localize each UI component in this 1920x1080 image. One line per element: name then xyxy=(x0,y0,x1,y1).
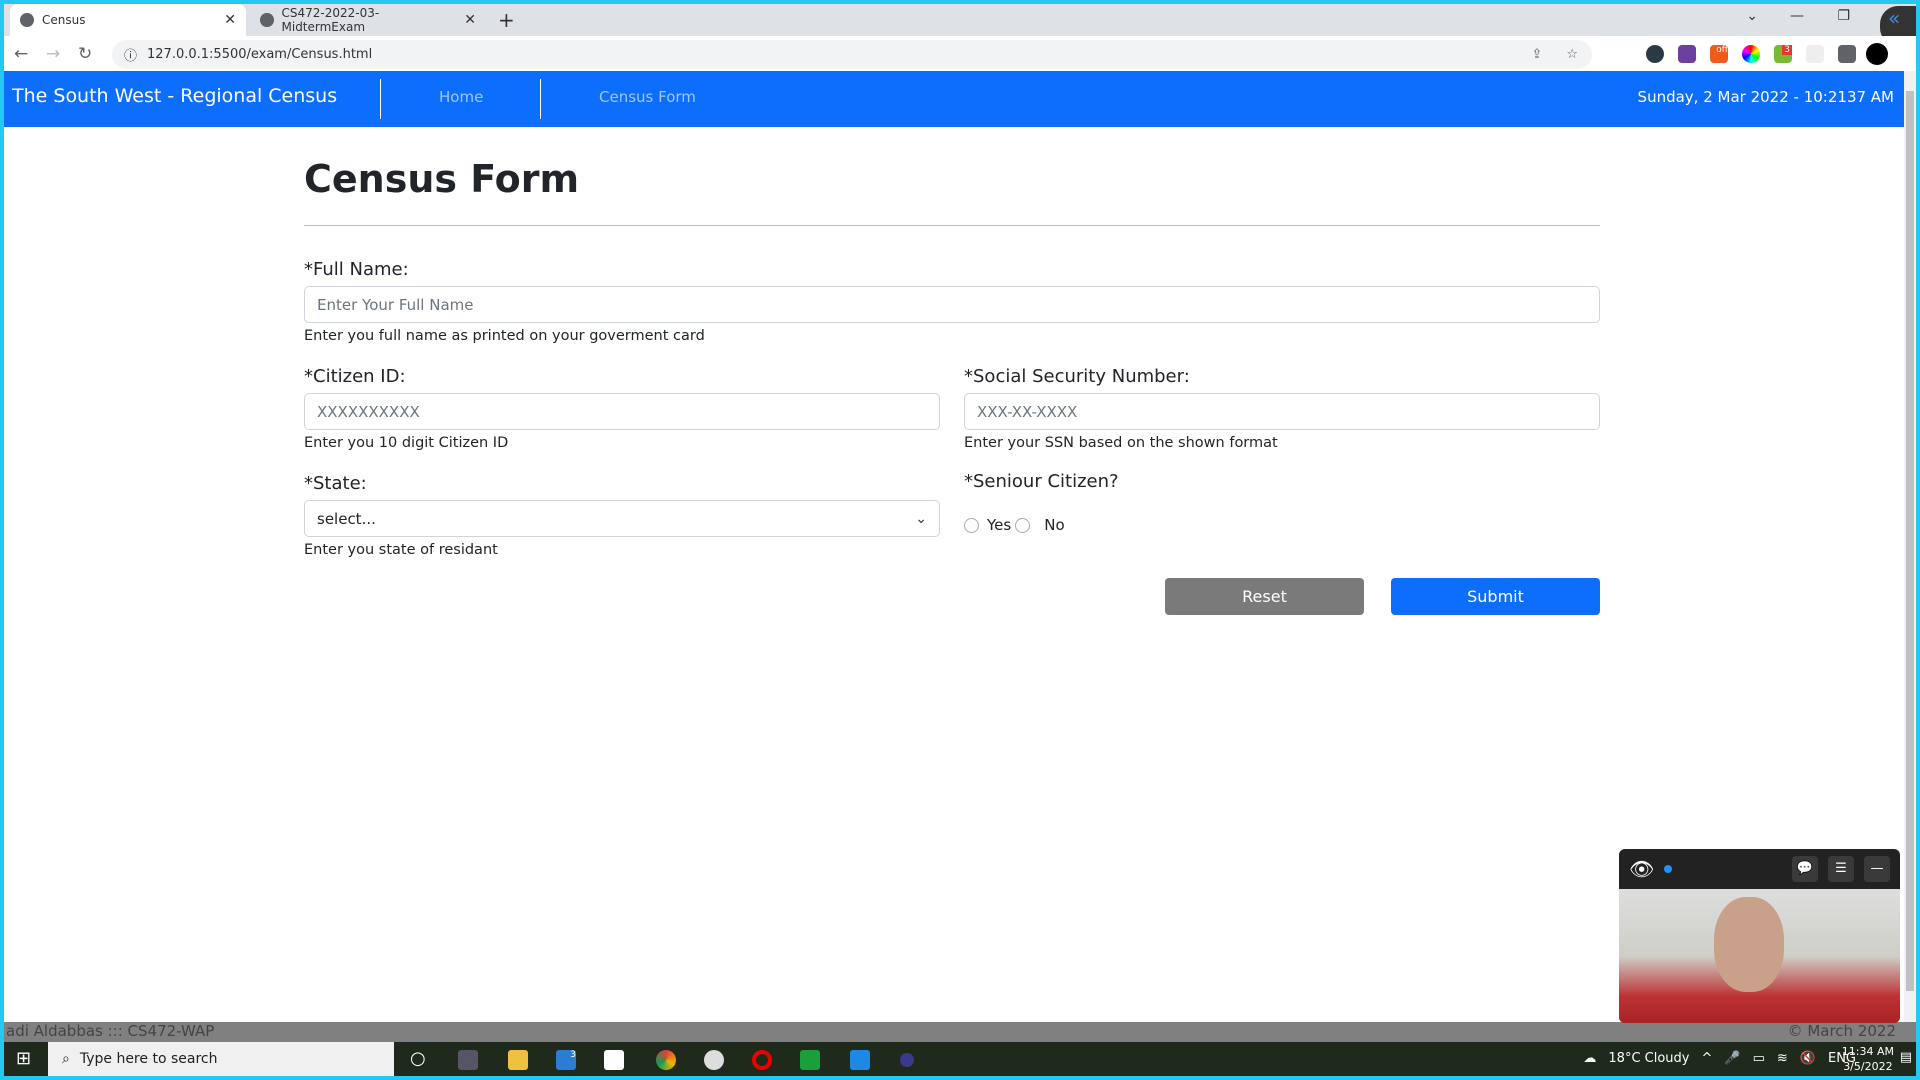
state-select[interactable]: select... ⌄ xyxy=(304,500,940,537)
opera-icon[interactable] xyxy=(752,1050,772,1070)
proctor-app-icon[interactable] xyxy=(900,1053,914,1067)
store-icon[interactable] xyxy=(604,1050,624,1070)
extension-icon[interactable]: off xyxy=(1710,45,1728,63)
census-form: Census Form *Full Name: Enter Your Full … xyxy=(304,127,1600,615)
submit-button[interactable]: Submit xyxy=(1391,578,1600,615)
extension-icon[interactable] xyxy=(1678,45,1696,63)
taskbar-clock[interactable]: 11:34 AM 3/5/2022 xyxy=(1842,1044,1894,1074)
chat-icon[interactable]: 💬 xyxy=(1792,856,1818,882)
system-tray: ☁ 18°C Cloudy ^ 🎤 ▭ ≋ 🔇 ENG xyxy=(1583,1051,1856,1066)
tab-census[interactable]: Census ✕ xyxy=(10,4,246,36)
eye-icon: 👁 xyxy=(1629,857,1655,881)
webcam-proctor-overlay: 👁 💬 ☰ — xyxy=(1619,849,1900,1023)
mic-icon[interactable]: 🎤 xyxy=(1724,1051,1740,1066)
minimize-icon[interactable]: — xyxy=(1864,856,1890,882)
color-picker-extension-icon[interactable] xyxy=(1742,45,1760,63)
minimize-button[interactable]: — xyxy=(1790,8,1804,24)
site-navbar: The South West - Regional Census Home Ce… xyxy=(4,71,1904,127)
chevron-up-icon[interactable]: ^ xyxy=(1702,1051,1713,1066)
nav-divider xyxy=(540,79,541,119)
windows-taskbar: ⊞ ⌕ Type here to search ○ 3 ☁ 18°C Cloudy ^… xyxy=(4,1042,1916,1076)
reset-button[interactable]: Reset xyxy=(1165,578,1364,615)
windows-start-icon[interactable]: ⊞ xyxy=(16,1048,31,1069)
full-name-help: Enter you full name as printed on your g… xyxy=(304,328,705,344)
profile-avatar[interactable] xyxy=(1866,43,1888,65)
extension-icon[interactable] xyxy=(1806,45,1824,63)
citizen-id-input[interactable]: XXXXXXXXXX xyxy=(304,393,940,430)
senior-citizen-label: *Seniour Citizen? xyxy=(964,471,1119,492)
webcam-video xyxy=(1619,889,1900,1023)
radio-no[interactable] xyxy=(1015,517,1031,533)
state-help: Enter you state of residant xyxy=(304,542,498,558)
scrollbar-thumb[interactable] xyxy=(1906,91,1914,991)
citizen-id-help: Enter you 10 digit Citizen ID xyxy=(304,435,509,451)
datetime-display: Sunday, 2 Mar 2022 - 10:2137 AM xyxy=(1637,88,1894,106)
notifications-icon[interactable]: ▤ xyxy=(1900,1050,1912,1065)
file-explorer-icon[interactable] xyxy=(508,1050,528,1070)
person-face xyxy=(1714,897,1784,992)
ssn-label: *Social Security Number: xyxy=(964,366,1190,387)
share-icon[interactable]: ⇪ xyxy=(1531,47,1542,62)
app-icon[interactable] xyxy=(704,1050,724,1070)
close-tab-icon[interactable]: ✕ xyxy=(224,12,236,28)
forward-icon[interactable]: → xyxy=(46,44,60,64)
divider xyxy=(304,225,1600,226)
star-icon[interactable]: ☆ xyxy=(1566,47,1578,62)
browser-window: Census ✕ CS472-2022-03-MidtermExam ✕ + ⌄ —… xyxy=(4,4,1916,1076)
nav-home[interactable]: Home xyxy=(439,88,483,106)
citizen-id-label: *Citizen ID: xyxy=(304,366,406,387)
radio-yes[interactable] xyxy=(964,517,979,533)
wifi-icon[interactable]: ≋ xyxy=(1777,1051,1788,1066)
cloud-icon: ☁ xyxy=(1583,1051,1597,1066)
close-tab-icon[interactable]: ✕ xyxy=(464,12,476,28)
menu-icon[interactable]: ☰ xyxy=(1828,856,1854,882)
cortana-icon[interactable]: ○ xyxy=(410,1048,426,1069)
mail-icon[interactable]: 3 xyxy=(556,1050,576,1070)
nav-census-form[interactable]: Census Form xyxy=(599,88,696,106)
tab-search-icon[interactable]: ⌄ xyxy=(1746,8,1758,24)
globe-icon xyxy=(20,13,34,27)
back-icon[interactable]: ← xyxy=(14,44,28,64)
chrome-icon[interactable] xyxy=(656,1050,676,1070)
full-name-input[interactable]: Enter Your Full Name xyxy=(304,286,1600,323)
battery-icon[interactable]: ▭ xyxy=(1753,1051,1765,1066)
ssn-input[interactable]: XXX-XX-XXXX xyxy=(964,393,1600,430)
url-bar[interactable]: ⓘ 127.0.0.1:5500/exam/Census.html ⇪ ☆ xyxy=(112,40,1592,69)
mute-icon[interactable]: 🔇 xyxy=(1800,1051,1816,1066)
restore-button[interactable]: ❐ xyxy=(1837,8,1850,24)
page-title: Census Form xyxy=(304,157,580,201)
site-brand[interactable]: The South West - Regional Census xyxy=(12,85,337,107)
extension-icon[interactable]: 3 xyxy=(1774,45,1792,63)
page-footer: adi Aldabbas ::: CS472-WAP © March 2022 xyxy=(4,1022,1916,1042)
info-icon: ⓘ xyxy=(124,49,138,64)
chevron-down-icon: ⌄ xyxy=(915,510,927,527)
globe-icon xyxy=(260,13,274,27)
tab-bar: Census ✕ CS472-2022-03-MidtermExam ✕ + ⌄ —… xyxy=(4,4,1916,46)
new-tab-button[interactable]: + xyxy=(498,8,515,32)
ssn-help: Enter your SSN based on the shown format xyxy=(964,435,1278,451)
vscode-icon[interactable] xyxy=(850,1050,870,1070)
app-icon[interactable] xyxy=(800,1050,820,1070)
tab-midterm[interactable]: CS472-2022-03-MidtermExam ✕ xyxy=(250,4,486,36)
reload-icon[interactable]: ↻ xyxy=(78,44,92,64)
nav-divider xyxy=(380,79,381,119)
recording-indicator xyxy=(1664,865,1673,873)
extension-icon[interactable] xyxy=(1646,45,1664,63)
state-label: *State: xyxy=(304,473,367,494)
search-icon: ⌕ xyxy=(62,1051,70,1067)
address-bar-row: ← → ↻ ⓘ 127.0.0.1:5500/exam/Census.html ⇪ ☆… xyxy=(4,36,1916,73)
puzzle-icon[interactable] xyxy=(1838,45,1856,63)
taskbar-search[interactable]: ⌕ Type here to search xyxy=(48,1042,394,1076)
full-name-label: *Full Name: xyxy=(304,259,409,280)
scrollbar[interactable] xyxy=(1904,71,1916,1026)
task-view-icon[interactable] xyxy=(458,1050,478,1070)
senior-citizen-radio-group: Yes No xyxy=(964,516,1065,534)
